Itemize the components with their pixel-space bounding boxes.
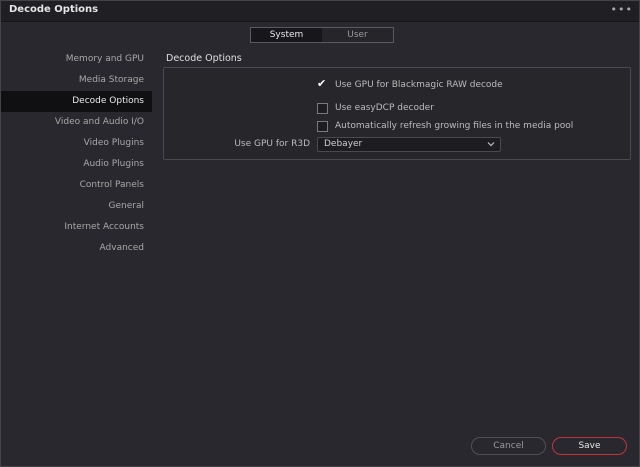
gpu-braw-label: Use GPU for Blackmagic RAW decode bbox=[335, 80, 503, 90]
r3d-gpu-select[interactable]: Debayer bbox=[317, 137, 501, 152]
window-title: Decode Options bbox=[9, 4, 99, 15]
sidebar-item-media-storage[interactable]: Media Storage bbox=[1, 70, 152, 91]
option-refresh-growing-files-row[interactable]: Automatically refresh growing files in t… bbox=[317, 120, 573, 132]
preferences-tabs: System User bbox=[250, 27, 394, 43]
checkmark-icon: ✔ bbox=[317, 76, 327, 90]
save-button[interactable]: Save bbox=[552, 437, 627, 455]
sidebar-item-audio-plugins[interactable]: Audio Plugins bbox=[1, 154, 152, 175]
refresh-growing-files-label: Automatically refresh growing files in t… bbox=[335, 121, 574, 131]
sidebar-item-video-and-audio-io[interactable]: Video and Audio I/O bbox=[1, 112, 152, 133]
chevron-down-icon bbox=[487, 142, 495, 147]
more-dots-icon[interactable]: ••• bbox=[611, 3, 633, 16]
cancel-button[interactable]: Cancel bbox=[471, 437, 546, 455]
refresh-growing-files-checkbox[interactable] bbox=[317, 120, 328, 132]
option-easydcp-row[interactable]: Use easyDCP decoder bbox=[317, 102, 434, 114]
r3d-gpu-select-value: Debayer bbox=[324, 139, 363, 149]
r3d-gpu-label: Use GPU for R3D bbox=[234, 139, 310, 149]
easydcp-checkbox[interactable] bbox=[317, 102, 328, 114]
title-bar: Decode Options ••• bbox=[1, 1, 639, 22]
gpu-braw-checkbox[interactable]: ✔ bbox=[317, 76, 328, 91]
sidebar-item-advanced[interactable]: Advanced bbox=[1, 238, 152, 259]
section-title: Decode Options bbox=[166, 53, 242, 64]
option-gpu-braw-row[interactable]: ✔ Use GPU for Blackmagic RAW decode bbox=[317, 76, 503, 91]
sidebar: Memory and GPU Media Storage Decode Opti… bbox=[1, 49, 152, 259]
decode-options-window: Decode Options ••• System User Memory an… bbox=[0, 0, 640, 467]
tab-system[interactable]: System bbox=[251, 28, 322, 42]
sidebar-item-decode-options[interactable]: Decode Options bbox=[1, 91, 152, 112]
sidebar-item-internet-accounts[interactable]: Internet Accounts bbox=[1, 217, 152, 238]
sidebar-item-control-panels[interactable]: Control Panels bbox=[1, 175, 152, 196]
sidebar-item-memory-and-gpu[interactable]: Memory and GPU bbox=[1, 49, 152, 70]
tab-user[interactable]: User bbox=[322, 28, 393, 42]
sidebar-item-general[interactable]: General bbox=[1, 196, 152, 217]
sidebar-item-video-plugins[interactable]: Video Plugins bbox=[1, 133, 152, 154]
decode-options-panel: ✔ Use GPU for Blackmagic RAW decode Use … bbox=[163, 67, 631, 160]
easydcp-label: Use easyDCP decoder bbox=[335, 103, 434, 113]
